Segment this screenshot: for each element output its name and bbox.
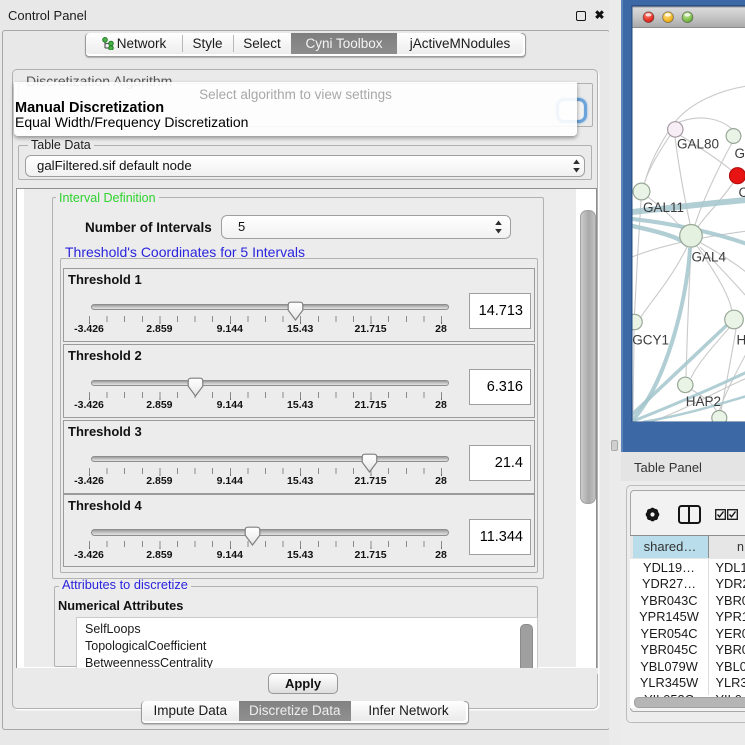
svg-text:GAL4: GAL4 (691, 250, 726, 265)
svg-text:H: H (736, 333, 745, 348)
svg-text:GAL80: GAL80 (677, 137, 719, 152)
svg-text:GCY1: GCY1 (632, 333, 669, 348)
svg-text:CY: CY (738, 185, 745, 200)
svg-text:GAL: GAL (734, 146, 745, 161)
svg-text:GAL11: GAL11 (643, 200, 684, 215)
svg-text:HAP2: HAP2 (685, 394, 720, 409)
